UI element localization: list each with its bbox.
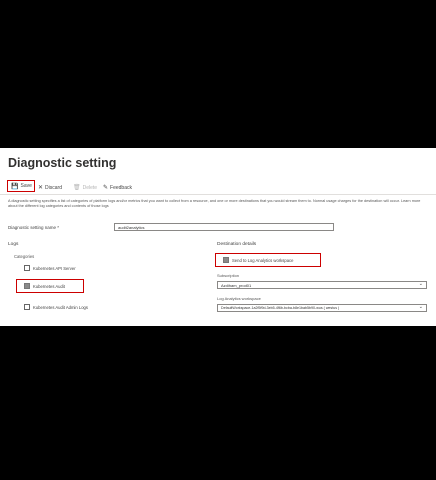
description-text: A diagnostic setting specifies a list of…	[8, 199, 421, 208]
close-icon: ✕	[38, 184, 44, 191]
diagnostic-setting-panel: Diagnostic setting 💾 Save ✕ Discard 🗑 De…	[0, 148, 436, 326]
discard-button[interactable]: ✕ Discard	[38, 182, 62, 193]
toolbar-divider	[0, 194, 436, 195]
checkbox[interactable]	[24, 304, 30, 310]
workspace-dropdown[interactable]: DefaultWorkspace-1a2f5f9d-3eb5-4f6b-bcba…	[217, 304, 427, 312]
feedback-icon: ✎	[103, 184, 109, 191]
delete-button[interactable]: 🗑 Delete	[73, 182, 97, 193]
save-icon: 💾	[11, 183, 19, 190]
categories-heading: Categories	[14, 254, 35, 259]
setting-name-input[interactable]: audit2analytics	[114, 223, 334, 231]
category-label: Kubernetes Audit Admin Logs	[33, 304, 88, 310]
feedback-button[interactable]: ✎ Feedback	[103, 182, 132, 193]
setting-name-label: Diagnostic setting name *	[8, 225, 60, 230]
save-button[interactable]: 💾 Save	[7, 180, 35, 192]
workspace-label: Log Analytics workspace	[217, 296, 261, 301]
category-kubernetes-api-server[interactable]: Kubernetes API Server	[24, 265, 76, 271]
category-label: Kubernetes API Server	[33, 265, 76, 271]
send-to-la-label: Send to Log Analytics workspace	[232, 257, 294, 263]
checkbox[interactable]	[24, 265, 30, 271]
delete-label: Delete	[82, 184, 98, 191]
checkbox-checked[interactable]	[24, 283, 30, 289]
send-to-log-analytics-option[interactable]: Send to Log Analytics workspace	[223, 257, 293, 263]
logs-heading: Logs	[8, 242, 19, 247]
category-kubernetes-audit[interactable]: Kubernetes Audit	[24, 283, 65, 289]
discard-label: Discard	[45, 184, 62, 191]
category-label: Kubernetes Audit	[33, 283, 65, 289]
checkbox-checked[interactable]	[223, 257, 229, 263]
subscription-value: Azdiham_prod01	[221, 283, 252, 288]
category-kubernetes-audit-admin-logs[interactable]: Kubernetes Audit Admin Logs	[24, 304, 88, 310]
chevron-down-icon: ⌄	[418, 304, 423, 310]
subscription-label: Subscription	[217, 273, 240, 278]
chevron-down-icon: ⌄	[418, 281, 423, 287]
feedback-label: Feedback	[110, 184, 132, 191]
save-label: Save	[20, 183, 32, 189]
trash-icon: 🗑	[73, 184, 81, 191]
workspace-value: DefaultWorkspace-1a2f5f9d-3eb5-4f6b-bcba…	[221, 306, 340, 310]
destination-heading: Destination details	[217, 242, 257, 247]
page-title: Diagnostic setting	[8, 156, 117, 170]
subscription-dropdown[interactable]: Azdiham_prod01 ⌄	[217, 281, 427, 289]
